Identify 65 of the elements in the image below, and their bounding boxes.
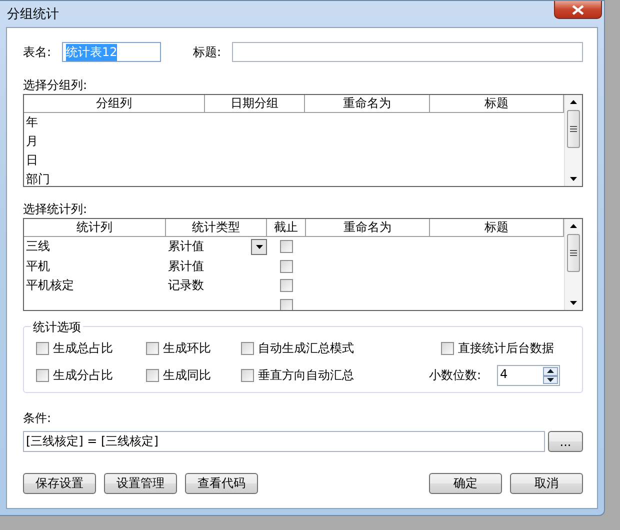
checkbox-label[interactable]: 生成总占比 [53,340,113,357]
checkbox[interactable] [241,369,254,382]
checkbox-label[interactable]: 生成同比 [163,367,211,384]
dropdown-arrow-icon [256,244,262,249]
column-header[interactable]: 截止 [267,219,306,237]
column-header[interactable]: 统计类型 [166,219,267,237]
close-icon [572,4,584,14]
dialog-button[interactable]: 取消 [510,473,583,494]
number-spinner[interactable]: 4 [497,365,560,386]
section-label: 条件: [23,410,52,426]
checkbox[interactable] [280,298,293,310]
checkbox[interactable] [280,260,293,273]
dropdown-button[interactable] [251,238,267,255]
table-cell[interactable]: 年 [24,113,205,132]
scroll-up-icon[interactable] [570,100,577,104]
scroll-up-icon[interactable] [570,224,577,228]
column-header[interactable]: 分组列 [24,95,205,113]
checkbox[interactable] [146,369,159,382]
table-cell[interactable]: 月 [24,132,205,151]
checkbox[interactable] [241,342,254,355]
window-title: 分组统计 [7,6,59,23]
table-cell[interactable]: 记录数 [168,276,204,296]
dialog-button[interactable]: 保存设置 [23,473,96,494]
scroll-thumb[interactable] [567,234,580,272]
checkbox[interactable] [280,240,293,254]
field-label: 标题: [193,44,222,60]
checkbox[interactable] [280,279,293,292]
table-cell[interactable]: 平机 [24,256,166,276]
table-cell[interactable]: 平机核定 [24,276,166,296]
checkbox[interactable] [441,342,454,355]
column-header[interactable]: 重命名为 [306,219,430,237]
table-cell[interactable]: 三线 [24,237,166,256]
input-field[interactable]: [三线核定] = [三线核定] [23,431,545,452]
checkbox-label[interactable]: 生成分占比 [53,367,113,384]
scrollbar[interactable] [564,219,582,310]
scroll-thumb[interactable] [567,110,580,148]
increment-icon[interactable] [543,367,558,376]
table-cell[interactable]: 累计值 [168,256,204,276]
column-header[interactable]: 统计列 [24,219,166,237]
checkbox[interactable] [146,342,159,355]
scroll-down-icon[interactable] [570,301,577,305]
field-label: 小数位数: [428,367,481,384]
browse-button[interactable]: ... [548,431,583,452]
table-cell[interactable]: 部门 [24,170,205,186]
group-title: 统计选项 [31,319,83,336]
checkbox[interactable] [36,342,49,355]
scrollbar[interactable] [564,95,582,186]
dialog-button[interactable]: 查看代码 [185,473,258,494]
scroll-down-icon[interactable] [570,177,577,181]
checkbox-label[interactable]: 生成环比 [163,340,211,357]
column-header[interactable]: 日期分组 [205,95,305,113]
dialog-button[interactable]: 设置管理 [104,473,177,494]
table-cell[interactable]: 累计值 [168,237,204,256]
field-label: 表名: [23,44,52,60]
table-cell[interactable]: 日 [24,151,205,170]
section-label: 选择统计列: [23,201,88,217]
column-header[interactable]: 重命名为 [305,95,430,113]
checkbox-label[interactable]: 垂直方向自动汇总 [258,367,354,384]
close-button[interactable] [554,1,602,19]
input-field[interactable] [232,42,583,62]
checkbox-label[interactable]: 自动生成汇总模式 [258,340,354,357]
dialog-button[interactable]: 确定 [429,473,502,494]
checkbox[interactable] [36,369,49,382]
checkbox-label[interactable]: 直接统计后台数据 [458,340,554,357]
section-label: 选择分组列: [23,77,88,93]
